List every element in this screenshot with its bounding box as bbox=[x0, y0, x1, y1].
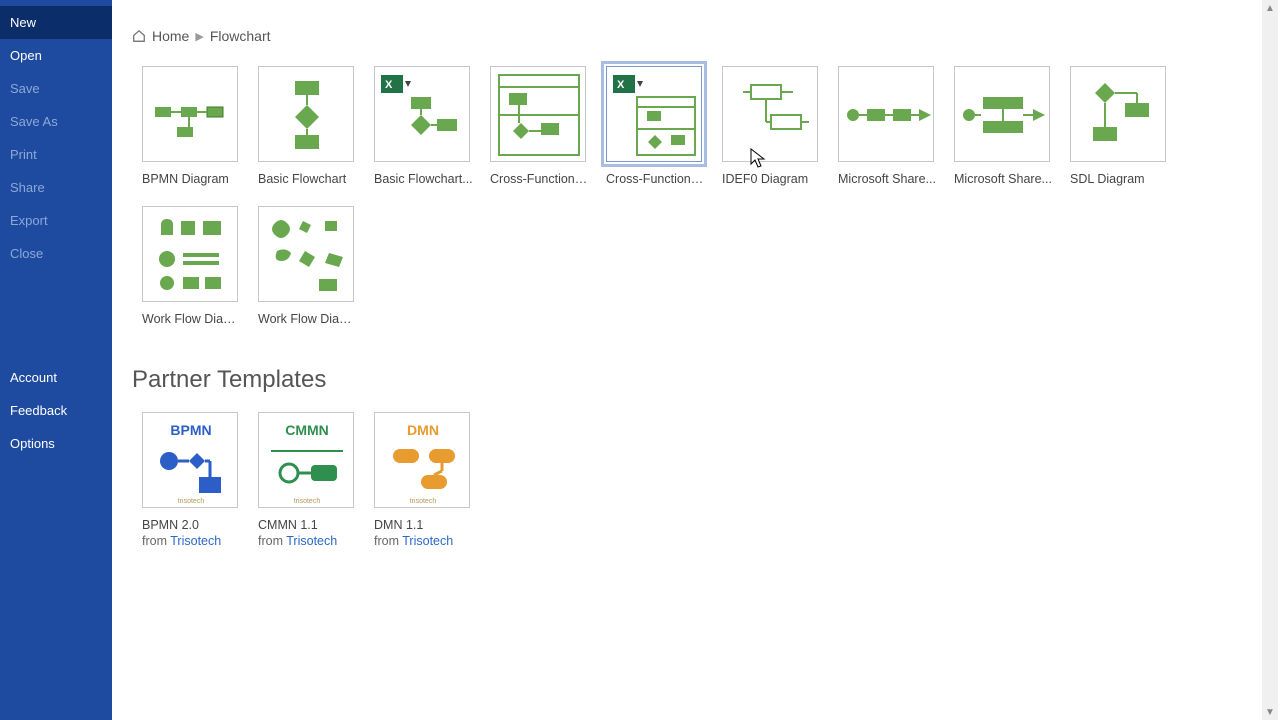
sidebar-item-save: Save bbox=[0, 72, 112, 105]
sidebar-item-export: Export bbox=[0, 204, 112, 237]
template-bpmn[interactable]: BPMN Diagram bbox=[142, 66, 242, 186]
template-label: Cross-Functional... bbox=[490, 172, 590, 186]
sidebar-item-account[interactable]: Account bbox=[0, 361, 112, 394]
partner-thumb: BPMN trisotech bbox=[142, 412, 238, 508]
template-basic-xl[interactable]: X Basic Flowchart... bbox=[374, 66, 474, 186]
partner-label: CMMN 1.1 bbox=[258, 518, 358, 532]
svg-text:trisotech: trisotech bbox=[178, 498, 205, 505]
breadcrumb: Home ▶ Flowchart bbox=[132, 28, 1260, 44]
template-thumb bbox=[954, 66, 1050, 162]
template-thumb: X bbox=[374, 66, 470, 162]
main-panel: Home ▶ Flowchart BPMN Diagram Basic Flow… bbox=[112, 0, 1280, 720]
template-cross[interactable]: Cross-Functional... bbox=[490, 66, 590, 186]
template-label: Cross-Functional... bbox=[606, 172, 706, 186]
scroll-down-icon[interactable]: ▼ bbox=[1262, 704, 1278, 720]
template-thumb bbox=[142, 206, 238, 302]
partner-thumb: CMMN trisotech bbox=[258, 412, 354, 508]
template-workflow1[interactable]: Work Flow Diagr... bbox=[142, 206, 242, 326]
template-label: SDL Diagram bbox=[1070, 172, 1170, 186]
template-thumb bbox=[258, 206, 354, 302]
svg-text:DMN: DMN bbox=[407, 422, 439, 438]
partner-from: from Trisotech bbox=[374, 534, 474, 548]
sidebar-item-close: Close bbox=[0, 237, 112, 270]
sidebar-item-share: Share bbox=[0, 171, 112, 204]
template-label: Basic Flowchart... bbox=[374, 172, 474, 186]
sidebar-item-new[interactable]: New bbox=[0, 6, 112, 39]
template-thumb bbox=[258, 66, 354, 162]
svg-text:trisotech: trisotech bbox=[294, 498, 321, 505]
partner-from: from Trisotech bbox=[142, 534, 242, 548]
svg-text:CMMN: CMMN bbox=[285, 422, 329, 438]
sidebar-item-save-as: Save As bbox=[0, 105, 112, 138]
partner-section-title: Partner Templates bbox=[132, 366, 1260, 394]
sidebar-item-print: Print bbox=[0, 138, 112, 171]
template-thumb bbox=[1070, 66, 1166, 162]
sidebar-item-options[interactable]: Options bbox=[0, 427, 112, 460]
template-workflow2[interactable]: Work Flow Diagr... bbox=[258, 206, 358, 326]
partner-template-dmn[interactable]: DMN trisotech DMN 1.1 from Trisotech bbox=[374, 412, 474, 548]
template-label: Microsoft Share... bbox=[954, 172, 1054, 186]
partner-thumb: DMN trisotech bbox=[374, 412, 470, 508]
template-idef0[interactable]: IDEF0 Diagram bbox=[722, 66, 822, 186]
partner-from: from Trisotech bbox=[258, 534, 358, 548]
svg-text:trisotech: trisotech bbox=[410, 498, 437, 505]
template-label: Work Flow Diagr... bbox=[142, 312, 242, 326]
template-label: Work Flow Diagr... bbox=[258, 312, 358, 326]
template-grid: BPMN Diagram Basic Flowchart X Basic Flo… bbox=[142, 66, 1260, 326]
partner-template-bpmn[interactable]: BPMN trisotech BPMN 2.0 from Trisotech bbox=[142, 412, 242, 548]
home-icon bbox=[132, 29, 146, 43]
template-label: IDEF0 Diagram bbox=[722, 172, 822, 186]
template-thumb bbox=[490, 66, 586, 162]
partner-label: DMN 1.1 bbox=[374, 518, 474, 532]
template-thumb bbox=[838, 66, 934, 162]
partner-grid: BPMN trisotech BPMN 2.0 from Trisotech C… bbox=[142, 412, 1260, 548]
vertical-scrollbar[interactable]: ▲ ▼ bbox=[1262, 0, 1278, 720]
sidebar-item-open[interactable]: Open bbox=[0, 39, 112, 72]
partner-label: BPMN 2.0 bbox=[142, 518, 242, 532]
template-thumb: X bbox=[606, 66, 702, 162]
template-label: Microsoft Share... bbox=[838, 172, 938, 186]
chevron-right-icon: ▶ bbox=[195, 30, 203, 43]
template-thumb bbox=[722, 66, 818, 162]
breadcrumb-home[interactable]: Home bbox=[152, 28, 189, 44]
template-share1[interactable]: Microsoft Share... bbox=[838, 66, 938, 186]
template-basic[interactable]: Basic Flowchart bbox=[258, 66, 358, 186]
partner-template-cmmn[interactable]: CMMN trisotech CMMN 1.1 from Trisotech bbox=[258, 412, 358, 548]
svg-text:X: X bbox=[617, 79, 625, 91]
svg-text:BPMN: BPMN bbox=[170, 422, 211, 438]
template-thumb bbox=[142, 66, 238, 162]
sidebar-item-feedback[interactable]: Feedback bbox=[0, 394, 112, 427]
template-share2[interactable]: Microsoft Share... bbox=[954, 66, 1054, 186]
template-label: Basic Flowchart bbox=[258, 172, 358, 186]
template-sdl[interactable]: SDL Diagram bbox=[1070, 66, 1170, 186]
template-cross-xl[interactable]: X Cross-Functional... bbox=[606, 66, 706, 186]
template-label: BPMN Diagram bbox=[142, 172, 242, 186]
scroll-up-icon[interactable]: ▲ bbox=[1262, 0, 1278, 16]
svg-text:X: X bbox=[385, 79, 393, 91]
breadcrumb-current: Flowchart bbox=[210, 28, 271, 44]
backstage-sidebar: New Open Save Save As Print Share Export… bbox=[0, 0, 112, 720]
